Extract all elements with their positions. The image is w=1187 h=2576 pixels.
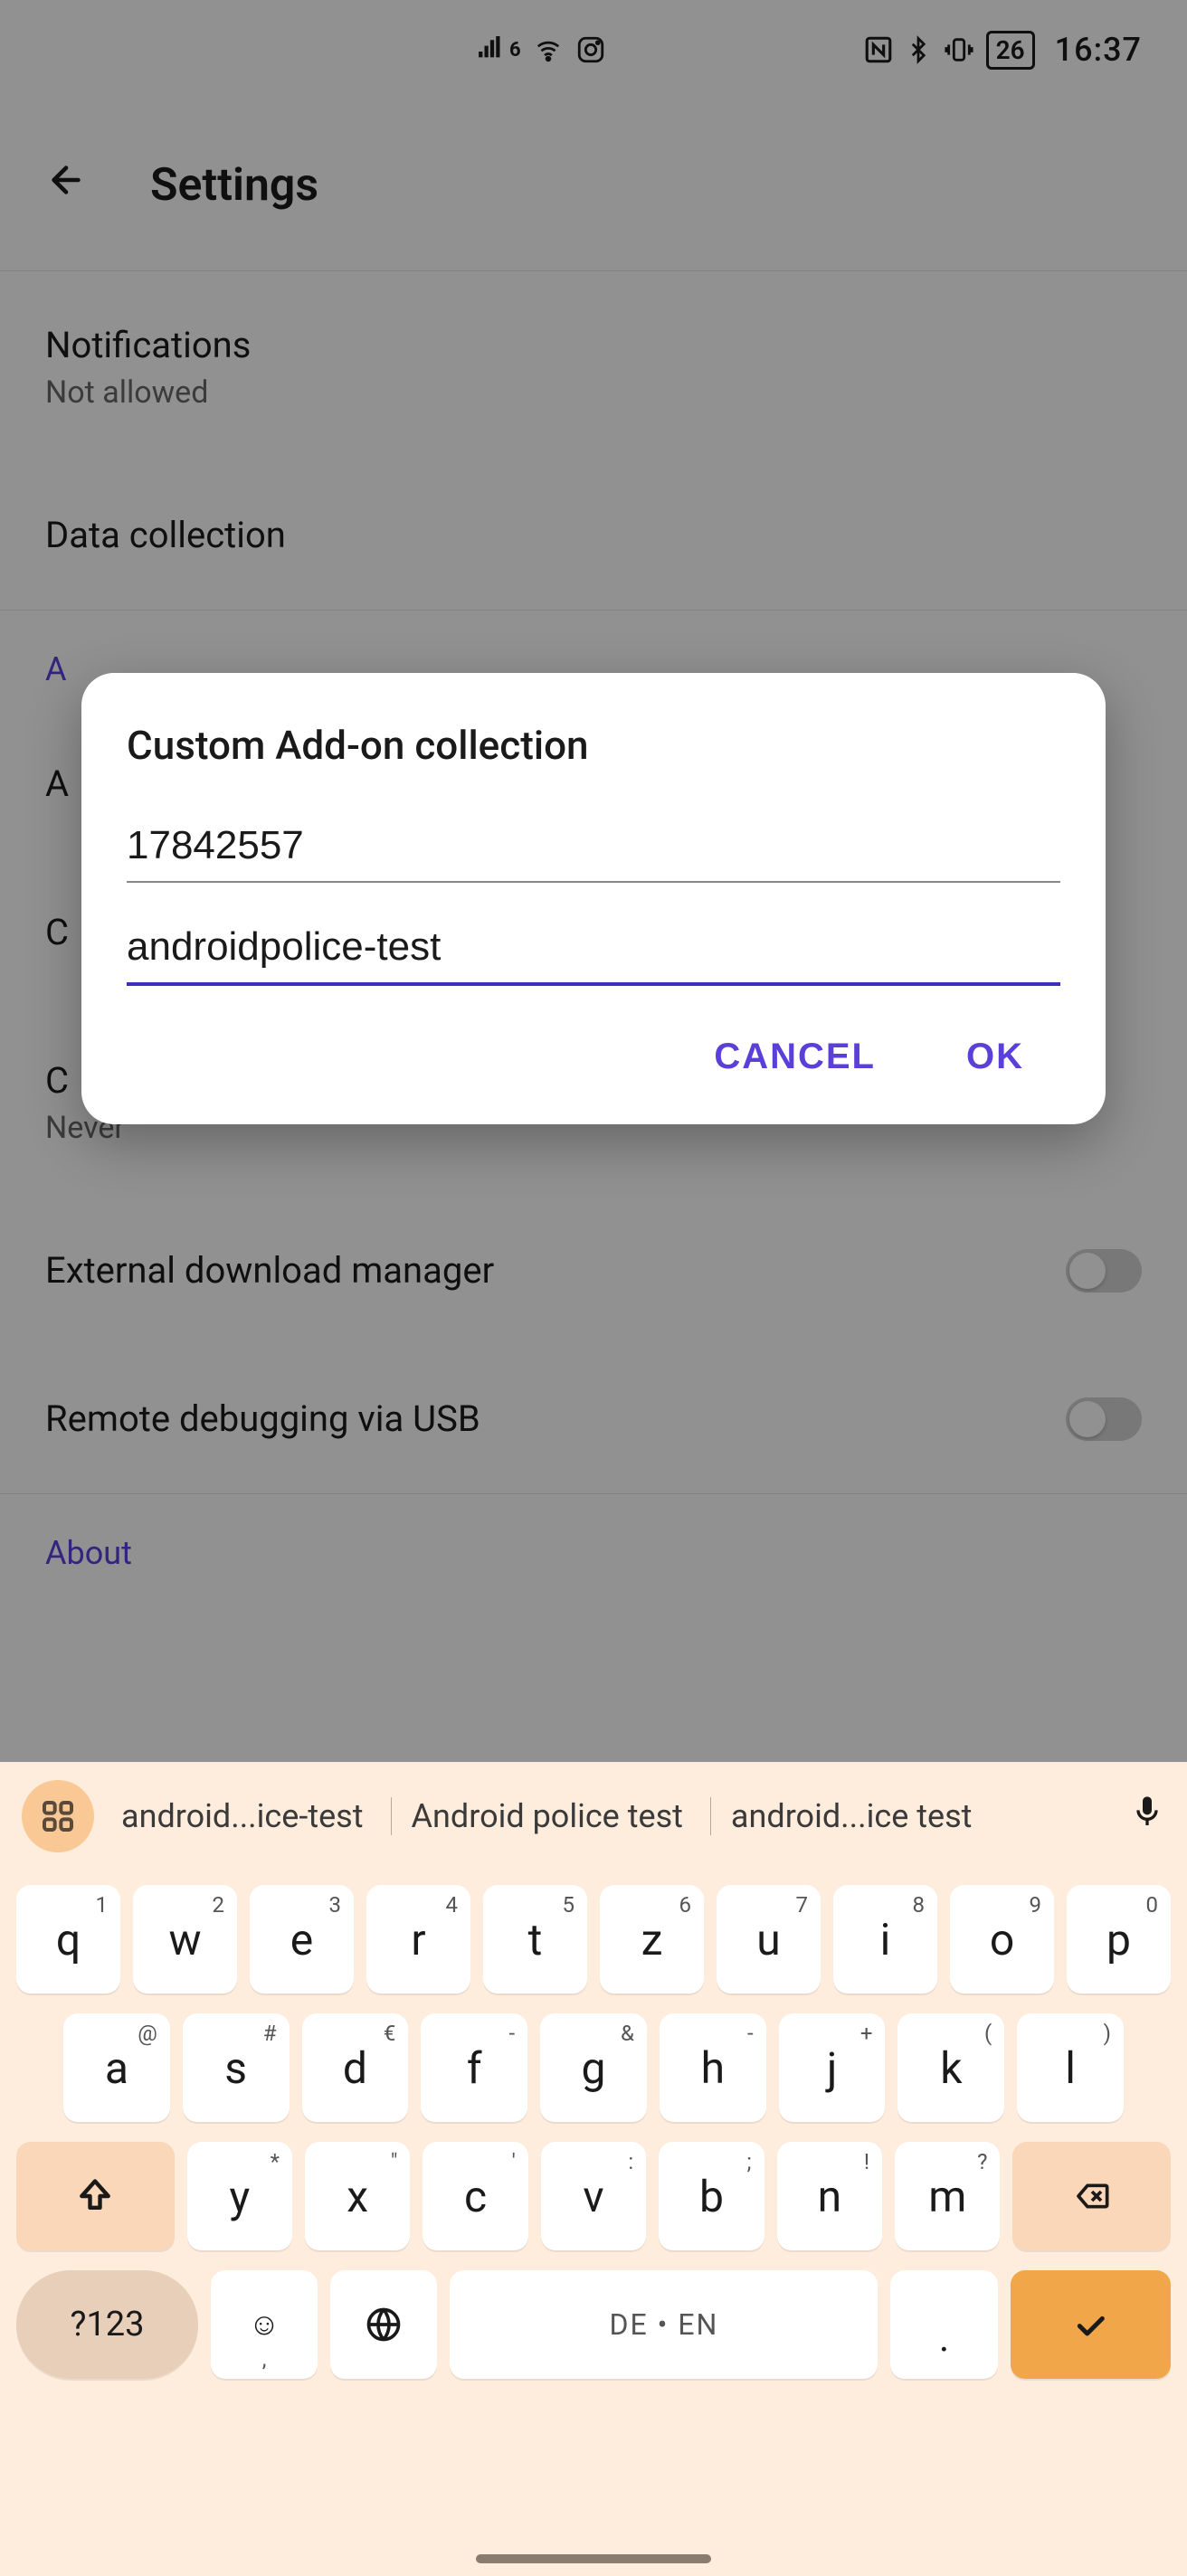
addon-collection-dialog: Custom Add-on collection CANCEL OK — [81, 673, 1106, 1124]
key-f[interactable]: f- — [421, 2013, 527, 2122]
key-p[interactable]: p0 — [1067, 1885, 1171, 1994]
cancel-button[interactable]: CANCEL — [696, 1022, 894, 1092]
key-row-1: q1w2e3r4t5z6u7i8o9p0 — [16, 1885, 1171, 1994]
key-y[interactable]: y* — [187, 2142, 292, 2250]
key-row-3: y*x"c'v:b;n!m? — [16, 2142, 1171, 2250]
suggestion-3[interactable]: android...ice test — [710, 1797, 983, 1835]
mic-icon[interactable] — [1129, 1792, 1165, 1841]
enter-key[interactable] — [1011, 2270, 1171, 2379]
key-v[interactable]: v: — [541, 2142, 646, 2250]
suggestion-1[interactable]: android...ice-test — [110, 1797, 375, 1835]
nav-handle[interactable] — [476, 2554, 711, 2563]
key-row-2: a@s#d€f-g&h-j+k(l) — [16, 2013, 1171, 2122]
key-l[interactable]: l) — [1017, 2013, 1124, 2122]
key-b[interactable]: b; — [659, 2142, 764, 2250]
key-c[interactable]: c' — [423, 2142, 527, 2250]
collection-id-field[interactable] — [127, 807, 1060, 883]
key-s[interactable]: s# — [183, 2013, 290, 2122]
dialog-title: Custom Add-on collection — [127, 722, 1060, 769]
key-o[interactable]: o9 — [950, 1885, 1054, 1994]
key-h[interactable]: h- — [660, 2013, 766, 2122]
emoji-key[interactable]: ☺ , — [211, 2270, 318, 2379]
apps-icon[interactable] — [22, 1780, 94, 1852]
key-g[interactable]: g& — [540, 2013, 647, 2122]
dialog-buttons: CANCEL OK — [127, 1022, 1060, 1092]
collection-id-wrap — [127, 807, 1060, 883]
key-row-4: ?123 ☺ , DE • EN . — [16, 2270, 1171, 2379]
shift-key[interactable] — [16, 2142, 175, 2250]
space-key[interactable]: DE • EN — [450, 2270, 878, 2379]
collection-name-field[interactable] — [127, 908, 1060, 986]
key-z[interactable]: z6 — [600, 1885, 704, 1994]
key-rows: q1w2e3r4t5z6u7i8o9p0 a@s#d€f-g&h-j+k(l) … — [0, 1870, 1187, 2576]
key-e[interactable]: e3 — [250, 1885, 354, 1994]
suggestion-bar: android...ice-test Android police test a… — [0, 1762, 1187, 1870]
key-n[interactable]: n! — [777, 2142, 882, 2250]
key-m[interactable]: m? — [895, 2142, 1000, 2250]
symbols-key[interactable]: ?123 — [16, 2270, 198, 2379]
globe-key[interactable] — [330, 2270, 437, 2379]
key-u[interactable]: u7 — [717, 1885, 821, 1994]
collection-name-wrap — [127, 908, 1060, 986]
suggestion-2[interactable]: Android police test — [391, 1797, 694, 1835]
key-d[interactable]: d€ — [302, 2013, 409, 2122]
soft-keyboard: android...ice-test Android police test a… — [0, 1762, 1187, 2576]
key-j[interactable]: j+ — [779, 2013, 886, 2122]
key-x[interactable]: x" — [305, 2142, 410, 2250]
period-key[interactable]: . — [890, 2270, 997, 2379]
backspace-key[interactable] — [1012, 2142, 1171, 2250]
key-r[interactable]: r4 — [366, 1885, 470, 1994]
ok-button[interactable]: OK — [948, 1022, 1042, 1092]
key-q[interactable]: q1 — [16, 1885, 120, 1994]
key-t[interactable]: t5 — [483, 1885, 587, 1994]
key-w[interactable]: w2 — [133, 1885, 237, 1994]
key-i[interactable]: i8 — [833, 1885, 937, 1994]
key-a[interactable]: a@ — [63, 2013, 170, 2122]
key-k[interactable]: k( — [897, 2013, 1004, 2122]
